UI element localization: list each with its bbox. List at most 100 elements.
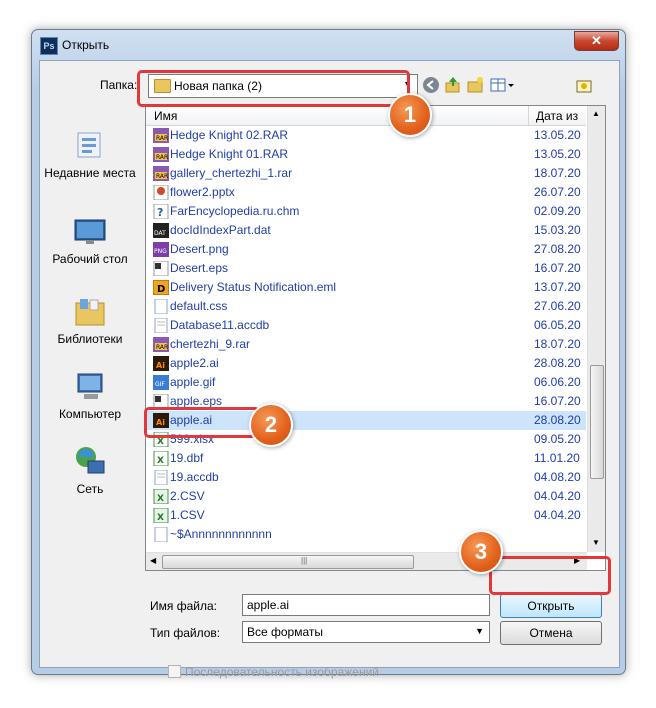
file-name: Hedge Knight 02.RAR bbox=[170, 128, 289, 142]
file-date: 18.07.20 bbox=[534, 337, 581, 351]
file-row[interactable]: D Delivery Status Notification.eml 13.07.2… bbox=[146, 278, 586, 297]
file-chm-icon: ? bbox=[153, 203, 169, 220]
place-recent[interactable]: Недавние места bbox=[42, 129, 138, 180]
file-date: 06.05.20 bbox=[534, 318, 581, 332]
horizontal-scroll-thumb[interactable]: ||| bbox=[162, 555, 414, 569]
place-computer[interactable]: Компьютер bbox=[42, 370, 138, 421]
file-row[interactable]: RAR Hedge Knight 02.RAR 13.05.20 bbox=[146, 126, 586, 145]
file-list[interactable]: Имя Дата из RAR Hedge Knight 02.RAR 13.05.… bbox=[145, 105, 606, 571]
place-desktop[interactable]: Рабочий стол bbox=[42, 215, 138, 266]
file-date: 27.06.20 bbox=[534, 299, 581, 313]
file-row[interactable]: RAR Hedge Knight 01.RAR 13.05.20 bbox=[146, 145, 586, 164]
scroll-up-icon[interactable]: ▲ bbox=[592, 109, 600, 118]
file-date: 28.08.20 bbox=[534, 356, 581, 370]
file-row[interactable]: default.css 27.06.20 bbox=[146, 297, 586, 316]
file-name: Database11.accdb bbox=[170, 318, 270, 332]
vertical-scroll-thumb[interactable] bbox=[590, 365, 604, 479]
window-title: Открыть bbox=[62, 38, 110, 52]
file-name: apple.gif bbox=[170, 375, 216, 389]
image-sequence-label: Последовательность изображений bbox=[185, 665, 380, 679]
file-name: Desert.png bbox=[170, 242, 229, 256]
svg-text:RAR: RAR bbox=[156, 344, 168, 351]
place-libraries[interactable]: Библиотеки bbox=[42, 295, 138, 346]
svg-text:X: X bbox=[157, 513, 164, 523]
file-row[interactable]: Ai apple2.ai 28.08.20 bbox=[146, 354, 586, 373]
file-name: Desert.eps bbox=[170, 261, 229, 275]
file-name: ~$Annnnnnnnnnnn bbox=[170, 527, 272, 541]
file-row[interactable]: PNG Desert.png 27.08.20 bbox=[146, 240, 586, 259]
file-name: flower2.pptx bbox=[170, 185, 235, 199]
file-date: 15.03.20 bbox=[534, 223, 581, 237]
place-network[interactable]: Сеть bbox=[42, 445, 138, 496]
up-folder-icon[interactable] bbox=[444, 76, 462, 94]
filetype-select[interactable]: Все форматы ▼ bbox=[242, 621, 490, 643]
file-row[interactable]: RAR chertezhi_9.rar 18.07.20 bbox=[146, 335, 586, 354]
file-name: default.css bbox=[170, 299, 228, 313]
file-row[interactable]: X 1.CSV 04.04.20 bbox=[146, 506, 586, 525]
svg-text:D: D bbox=[157, 284, 165, 295]
file-date: 09.05.20 bbox=[534, 432, 581, 446]
back-icon[interactable] bbox=[422, 76, 440, 94]
image-sequence-checkbox[interactable]: Последовательность изображений bbox=[168, 665, 379, 679]
callout-1: 1 bbox=[388, 93, 432, 137]
file-row[interactable]: flower2.pptx 26.07.20 bbox=[146, 183, 586, 202]
file-name: 19.accdb bbox=[170, 470, 219, 484]
filename-input-value: apple.ai bbox=[247, 598, 290, 612]
file-css-icon bbox=[153, 298, 169, 315]
view-menu-icon[interactable] bbox=[490, 76, 516, 94]
file-date: 02.09.20 bbox=[534, 204, 581, 218]
libraries-icon bbox=[72, 295, 108, 329]
file-date: 16.07.20 bbox=[534, 261, 581, 275]
file-name: Hedge Knight 01.RAR bbox=[170, 147, 289, 161]
file-row[interactable]: 19.accdb 04.08.20 bbox=[146, 468, 586, 487]
svg-text:X: X bbox=[157, 494, 164, 504]
svg-text:PNG: PNG bbox=[154, 248, 167, 255]
file-csv-icon: X bbox=[153, 507, 169, 524]
column-separator[interactable] bbox=[528, 106, 529, 125]
cancel-button[interactable]: Отмена bbox=[500, 621, 602, 645]
file-name: 1.CSV bbox=[170, 508, 205, 522]
file-date: 13.05.20 bbox=[534, 128, 581, 142]
file-date: 11.01.20 bbox=[534, 451, 580, 465]
file-row[interactable]: Desert.eps 16.07.20 bbox=[146, 259, 586, 278]
svg-text:X: X bbox=[157, 456, 164, 466]
file-name: apple2.ai bbox=[170, 356, 219, 370]
column-header-name[interactable]: Имя bbox=[154, 109, 177, 123]
network-icon bbox=[72, 445, 108, 479]
favorites-folder-icon[interactable] bbox=[575, 76, 593, 94]
svg-text:RAR: RAR bbox=[156, 135, 168, 142]
scroll-left-icon[interactable]: ◀ bbox=[150, 556, 156, 565]
file-row[interactable]: GIF apple.gif 06.06.20 bbox=[146, 373, 586, 392]
place-recent-label: Недавние места bbox=[44, 166, 136, 180]
file-name: chertezhi_9.rar bbox=[170, 337, 251, 351]
file-eml-icon: D bbox=[152, 279, 170, 296]
open-button[interactable]: Открыть bbox=[500, 594, 602, 618]
new-folder-icon[interactable] bbox=[466, 76, 484, 94]
vertical-scrollbar[interactable]: ▲ ▼ bbox=[587, 106, 605, 552]
place-computer-label: Компьютер bbox=[58, 407, 122, 421]
desktop-icon bbox=[72, 215, 108, 249]
file-date: 04.04.20 bbox=[534, 508, 581, 522]
file-row[interactable]: RAR gallery_chertezhi_1.rar 18.07.20 bbox=[146, 164, 586, 183]
filetype-label: Тип файлов: bbox=[150, 626, 221, 640]
highlight-open-button bbox=[489, 556, 611, 595]
filename-input[interactable]: apple.ai bbox=[242, 594, 490, 616]
file-row[interactable]: X 19.dbf 11.01.20 bbox=[146, 449, 586, 468]
file-date: 26.07.20 bbox=[534, 185, 581, 199]
file-name: 2.CSV bbox=[170, 489, 205, 503]
file-date: 13.07.20 bbox=[534, 280, 581, 294]
file-rows: RAR Hedge Knight 02.RAR 13.05.20 RAR Hedge K… bbox=[146, 126, 586, 544]
checkbox-box[interactable] bbox=[168, 665, 181, 678]
file-accdb-icon bbox=[153, 317, 169, 334]
file-row[interactable]: X 2.CSV 04.04.20 bbox=[146, 487, 586, 506]
file-row[interactable]: ? FarEncyclopedia.ru.chm 02.09.20 bbox=[146, 202, 586, 221]
photoshop-app-icon: Ps bbox=[40, 37, 58, 55]
file-row[interactable]: ~$Annnnnnnnnnnn bbox=[146, 525, 586, 544]
close-button[interactable]: ✕ bbox=[574, 31, 619, 51]
file-row[interactable]: Database11.accdb 06.05.20 bbox=[146, 316, 586, 335]
list-header: Имя Дата из bbox=[146, 106, 586, 126]
scroll-down-icon[interactable]: ▼ bbox=[592, 538, 600, 547]
column-header-date[interactable]: Дата из bbox=[536, 109, 578, 123]
file-row[interactable]: DAT docIdIndexPart.dat 15.03.20 bbox=[146, 221, 586, 240]
file-name: FarEncyclopedia.ru.chm bbox=[170, 204, 300, 218]
